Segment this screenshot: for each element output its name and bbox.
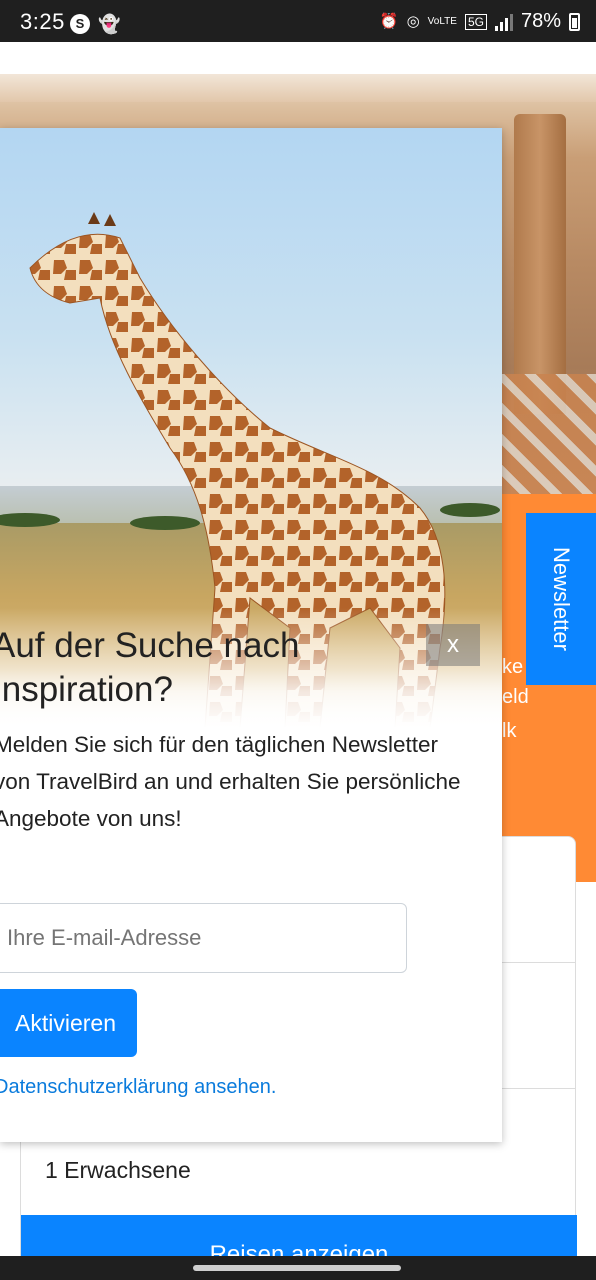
modal-title: Auf der Suche nach Inspiration?: [0, 626, 300, 709]
status-bar: 3:25 S 👻 ⏰ ◎ VoLTE 5G 78%: [0, 0, 596, 42]
email-input[interactable]: [0, 903, 407, 973]
close-button[interactable]: x: [426, 624, 480, 666]
newsletter-modal: x Auf der Suche nach Inspiration? Melden…: [0, 128, 502, 1142]
activate-button[interactable]: Aktivieren: [0, 989, 137, 1057]
alarm-icon: ⏰: [379, 12, 399, 30]
status-time: 3:25: [20, 9, 65, 34]
promo-text-line: ke: [502, 656, 524, 678]
privacy-policy-link[interactable]: Datenschutzerklärung ansehen.: [0, 1076, 276, 1099]
signal-icon: [494, 13, 513, 31]
modal-description: Melden Sie sich für den täglichen Newsle…: [0, 732, 461, 831]
system-nav-bar: [0, 1256, 596, 1280]
hotspot-icon: ◎: [406, 12, 420, 30]
skype-icon: S: [70, 14, 90, 34]
battery-percent: 78%: [520, 10, 561, 32]
snapchat-icon: 👻: [98, 14, 121, 34]
newsletter-tab-label: Newsletter: [549, 547, 574, 651]
battery-icon: [569, 12, 580, 31]
home-gesture-handle[interactable]: [193, 1265, 401, 1271]
network-5g-icon: 5G: [464, 13, 487, 30]
promo-text-line: eld: [502, 686, 529, 708]
city-tower-image: [514, 114, 566, 414]
status-icons: ⏰ ◎ VoLTE 5G 78%: [380, 10, 580, 33]
volte-icon: VoLTE: [427, 16, 457, 27]
newsletter-side-tab[interactable]: Newsletter: [526, 513, 596, 685]
promo-text-line: lk: [502, 720, 517, 742]
guests-value: 1 Erwachsene: [45, 1157, 191, 1183]
